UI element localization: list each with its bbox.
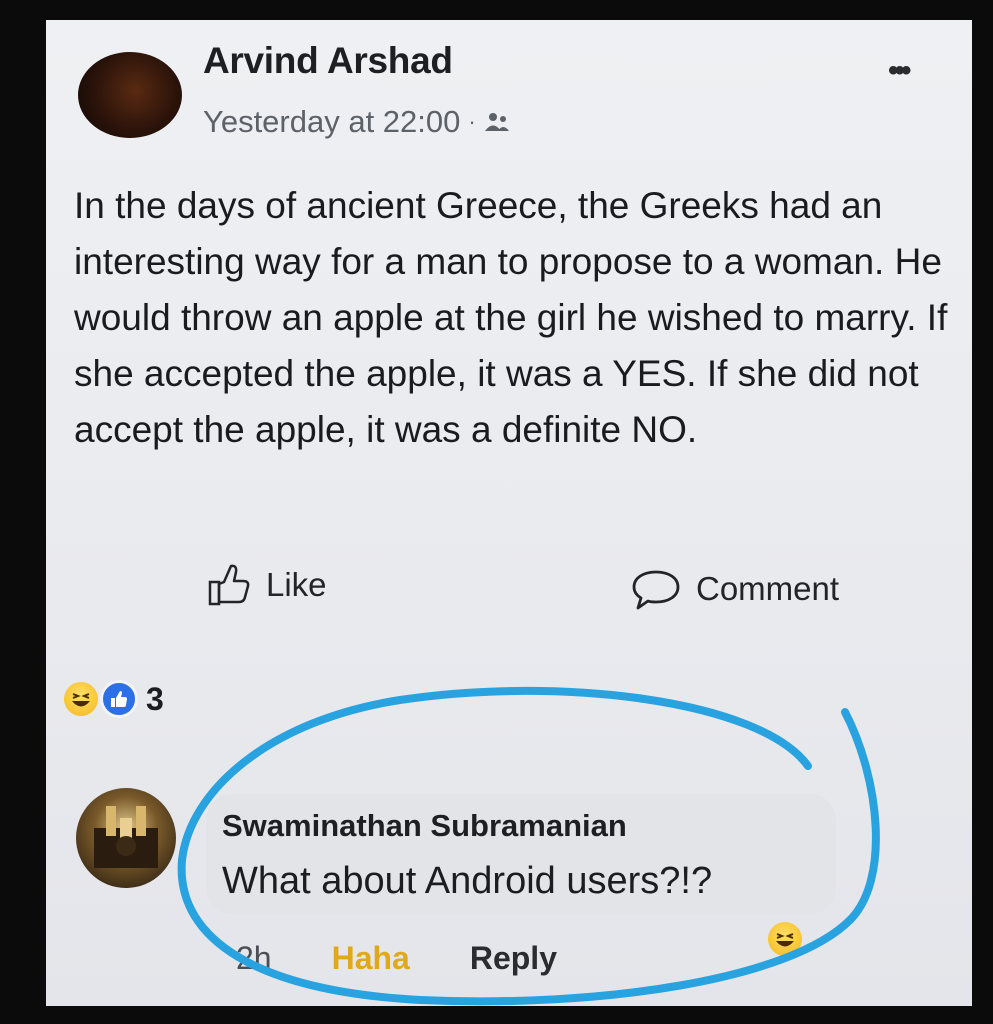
author-name[interactable]: Arvind Arshad: [203, 40, 453, 82]
more-options-button[interactable]: •••: [888, 54, 911, 88]
comment-reply-button[interactable]: Reply: [470, 940, 557, 977]
comment-button[interactable]: Comment: [630, 566, 839, 612]
comment-actions: 2h Haha Reply: [236, 940, 557, 977]
post-timestamp[interactable]: Yesterday at 22:00: [203, 104, 460, 140]
friends-icon: [484, 113, 509, 131]
comment-label: Comment: [696, 570, 840, 607]
commenter-avatar[interactable]: [76, 788, 176, 888]
comment-text: What about Android users?!?: [222, 860, 713, 902]
thumbs-up-icon: [208, 564, 250, 606]
post-body: In the days of ancient Greece, the Greek…: [74, 185, 948, 450]
meta-separator: ·: [468, 109, 476, 134]
comment-haha-reaction-icon: [768, 922, 802, 956]
reaction-count: 3: [146, 680, 164, 717]
speech-bubble-icon: [632, 570, 680, 610]
reaction-summary[interactable]: 3: [64, 680, 164, 718]
author-avatar[interactable]: [78, 52, 182, 138]
commenter-name[interactable]: Swaminathan Subramanian: [222, 808, 627, 844]
haha-icon: [64, 682, 98, 716]
like-label: Like: [266, 566, 327, 603]
like-reaction-icon: [100, 680, 138, 718]
comment-haha-button[interactable]: Haha: [332, 940, 410, 977]
post-meta: Yesterday at 22:00 ·: [203, 104, 510, 140]
like-button[interactable]: Like: [206, 562, 327, 608]
comment-time[interactable]: 2h: [236, 940, 272, 977]
